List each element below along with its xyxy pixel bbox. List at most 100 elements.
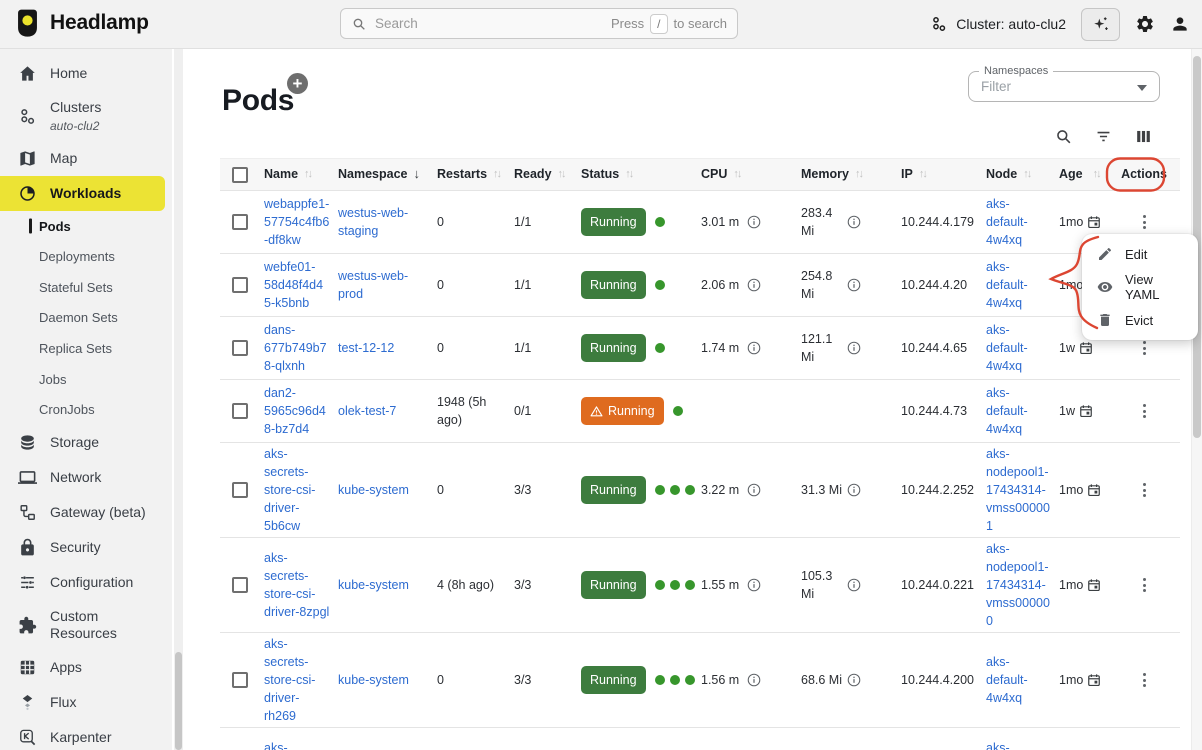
row-actions-button[interactable] (1139, 209, 1150, 234)
pod-name-link[interactable]: webappfe1-57754c4fb6-df8kw (264, 195, 330, 249)
sidebar-item-label: Custom Resources (50, 608, 166, 642)
column-header-status[interactable]: Status↑↓ (581, 165, 701, 183)
calendar-icon (1087, 215, 1101, 229)
sidebar-scrollbar-thumb[interactable] (175, 652, 182, 750)
settings-button[interactable] (1135, 14, 1155, 34)
column-header-ip[interactable]: IP↑↓ (901, 165, 986, 183)
pods-table: Name↑↓Namespace↓Restarts↑↓Ready↑↓Status↑… (220, 158, 1180, 750)
sidebar-item-replica-sets[interactable]: Replica Sets (0, 334, 172, 365)
actions-cell (1116, 667, 1180, 692)
row-checkbox[interactable] (232, 482, 248, 498)
row-checkbox[interactable] (232, 340, 248, 356)
sidebar-item-clusters[interactable]: Clustersauto-clu2 (0, 91, 172, 141)
namespace-filter-select[interactable]: Namespaces Filter (968, 71, 1160, 102)
sidebar-item-jobs[interactable]: Jobs (0, 364, 172, 395)
sidebar-item-apps[interactable]: Apps (0, 650, 172, 685)
menu-item-view-yaml[interactable]: View YAML (1082, 267, 1198, 307)
brand[interactable]: Headlamp (14, 8, 149, 38)
namespace-link[interactable]: kube-system (338, 671, 409, 689)
status-badge: Running (581, 666, 646, 694)
row-actions-button[interactable] (1139, 572, 1150, 597)
create-pod-button[interactable]: + (287, 73, 308, 94)
cpu-value: 3.01 m (701, 213, 739, 231)
sidebar-item-deployments[interactable]: Deployments (0, 242, 172, 273)
age-cell: 1mo (1059, 213, 1116, 231)
profile-button[interactable] (1170, 14, 1190, 34)
sidebar-item-home[interactable]: Home (0, 56, 172, 91)
column-header-label: Restarts (437, 165, 487, 183)
row-checkbox[interactable] (232, 577, 248, 593)
sidebar-item-flux[interactable]: Flux (0, 685, 172, 720)
node-link[interactable]: aks-default-4w4xq (986, 258, 1051, 312)
select-all-checkbox[interactable] (232, 167, 248, 183)
cpu-cell: 1.55 m (701, 576, 801, 594)
sidebar-item-security[interactable]: Security (0, 530, 172, 565)
node-link[interactable]: aks-nodepool1-17434314-vmss000000 (986, 540, 1051, 631)
table-filter-button[interactable] (1094, 127, 1113, 146)
row-checkbox[interactable] (232, 214, 248, 230)
row-checkbox[interactable] (232, 672, 248, 688)
sidebar-item-storage[interactable]: Storage (0, 425, 172, 460)
table-search-button[interactable] (1054, 127, 1073, 146)
column-header-namespace[interactable]: Namespace↓ (338, 165, 437, 184)
sidebar-item-gateway-beta[interactable]: Gateway (beta) (0, 495, 172, 530)
global-search-input[interactable]: Search Press / to search (340, 8, 738, 39)
node-link[interactable]: aks-default-4w4xq (986, 195, 1051, 249)
sidebar-item-custom-resources[interactable]: Custom Resources (0, 600, 172, 650)
memory-cell: 254.8 Mi (801, 267, 901, 303)
sidebar-item-configuration[interactable]: Configuration (0, 565, 172, 600)
network-icon (17, 468, 37, 487)
row-checkbox[interactable] (232, 277, 248, 293)
pod-name-link[interactable]: dans-677b749b78-qlxnh (264, 321, 330, 375)
column-header-label: CPU (701, 165, 727, 183)
column-header-name[interactable]: Name↑↓ (264, 165, 338, 183)
namespace-link[interactable]: kube-system (338, 576, 409, 594)
menu-item-evict[interactable]: Evict (1082, 307, 1198, 333)
node-link[interactable]: aks-nodepool1-17434314-vmss0000 (986, 739, 1051, 750)
pod-name-link[interactable]: aks-secrets-store-csi-driver (264, 739, 330, 750)
column-header-ready[interactable]: Ready↑↓ (514, 165, 581, 183)
row-actions-button[interactable] (1139, 398, 1150, 423)
sidebar-item-cronjobs[interactable]: CronJobs (0, 395, 172, 426)
row-actions-button[interactable] (1139, 667, 1150, 692)
namespace-link[interactable]: westus-web-prod (338, 267, 433, 303)
node-link[interactable]: aks-default-4w4xq (986, 384, 1051, 438)
node-link[interactable]: aks-default-4w4xq (986, 321, 1051, 375)
pod-name-link[interactable]: aks-secrets-store-csi-driver-5b6cw (264, 445, 330, 536)
sidebar-scrollbar[interactable] (174, 48, 183, 750)
namespace-link[interactable]: test-12-12 (338, 339, 394, 357)
row-checkbox[interactable] (232, 403, 248, 419)
ip-cell: 10.244.0.221 (901, 576, 986, 594)
column-header-age[interactable]: Age↑↓ (1059, 165, 1116, 183)
sidebar-item-map[interactable]: Map (0, 141, 172, 176)
namespace-link[interactable]: westus-web-staging (338, 204, 433, 240)
namespace-link[interactable]: kube-system (338, 481, 409, 499)
page-scrollbar[interactable] (1191, 48, 1202, 750)
sidebar-item-workloads[interactable]: Workloads (0, 176, 165, 211)
column-header-memory[interactable]: Memory↑↓ (801, 165, 901, 183)
node-link[interactable]: aks-default-4w4xq (986, 653, 1051, 707)
pod-name-link[interactable]: dan2-5965c96d48-bz7d4 (264, 384, 330, 438)
sidebar-item-stateful-sets[interactable]: Stateful Sets (0, 272, 172, 303)
sidebar-item-label: Workloads (50, 185, 121, 202)
pod-name-link[interactable]: webfe01-58d48f4d45-k5bnb (264, 258, 330, 312)
table-columns-button[interactable] (1134, 127, 1153, 146)
pod-name-link[interactable]: aks-secrets-store-csi-driver-rh269 (264, 635, 330, 726)
node-link[interactable]: aks-nodepool1-17434314-vmss000001 (986, 445, 1051, 536)
sidebar-item-network[interactable]: Network (0, 460, 172, 495)
column-header-node[interactable]: Node↑↓ (986, 165, 1059, 183)
cluster-chip[interactable]: Cluster: auto-clu2 (930, 15, 1066, 33)
sidebar-item-karpenter[interactable]: Karpenter (0, 720, 172, 750)
pod-name-link[interactable]: aks-secrets-store-csi-driver-8zpgl (264, 549, 330, 622)
column-header-restarts[interactable]: Restarts↑↓ (437, 165, 514, 183)
row-actions-button[interactable] (1139, 477, 1150, 502)
row-select-cell (220, 403, 264, 419)
namespace-link[interactable]: olek-test-7 (338, 402, 396, 420)
sidebar-item-pods[interactable]: Pods (0, 211, 172, 242)
actions-cell (1116, 572, 1180, 597)
sidebar-item-daemon-sets[interactable]: Daemon Sets (0, 303, 172, 334)
column-header-actions[interactable]: Actions (1116, 165, 1180, 183)
ai-assistant-button[interactable] (1081, 8, 1120, 41)
menu-item-edit[interactable]: Edit (1082, 241, 1198, 267)
column-header-cpu[interactable]: CPU↑↓ (701, 165, 801, 183)
